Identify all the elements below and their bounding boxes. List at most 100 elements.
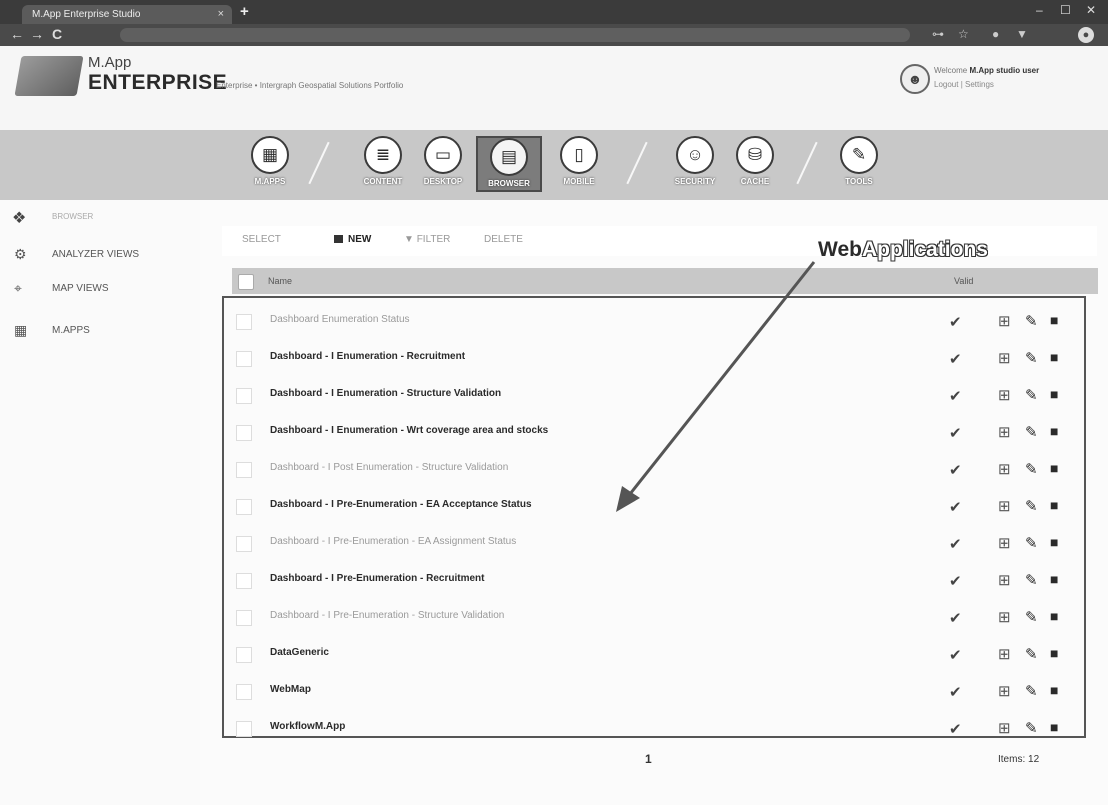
module-cache[interactable]: ⛁ CACHE bbox=[722, 136, 788, 192]
module-tools[interactable]: ✎ TOOLS bbox=[826, 136, 892, 192]
filter-button[interactable]: ▼ FILTER bbox=[404, 234, 450, 245]
row-name[interactable]: Dashboard - I Post Enumeration - Structu… bbox=[270, 462, 508, 473]
table-row[interactable]: Dashboard - I Post Enumeration - Structu… bbox=[232, 452, 1092, 489]
table-row[interactable]: WorkflowM.App ✔ ⊞ ✎ ■ bbox=[232, 711, 1092, 748]
delete-icon[interactable]: ■ bbox=[1050, 386, 1058, 402]
open-grid-icon[interactable]: ⊞ bbox=[998, 645, 1011, 663]
table-row[interactable]: Dashboard - I Enumeration - Wrt coverage… bbox=[232, 415, 1092, 452]
delete-icon[interactable]: ■ bbox=[1050, 312, 1058, 328]
row-name[interactable]: Dashboard - I Enumeration - Structure Va… bbox=[270, 388, 501, 399]
table-row[interactable]: WebMap ✔ ⊞ ✎ ■ bbox=[232, 674, 1092, 711]
column-name-header[interactable]: Name bbox=[268, 276, 292, 286]
delete-icon[interactable]: ■ bbox=[1050, 645, 1058, 661]
row-name[interactable]: WorkflowM.App bbox=[270, 721, 345, 732]
browser-tab[interactable]: M.App Enterprise Studio × bbox=[22, 5, 232, 24]
row-checkbox[interactable] bbox=[236, 536, 252, 552]
module-content[interactable]: ≣ CONTENT bbox=[350, 136, 416, 192]
row-checkbox[interactable] bbox=[236, 388, 252, 404]
table-row[interactable]: Dashboard Enumeration Status ✔ ⊞ ✎ ■ bbox=[232, 304, 1092, 341]
open-grid-icon[interactable]: ⊞ bbox=[998, 312, 1011, 330]
open-grid-icon[interactable]: ⊞ bbox=[998, 682, 1011, 700]
delete-icon[interactable]: ■ bbox=[1050, 571, 1058, 587]
reload-icon[interactable]: C bbox=[52, 26, 62, 42]
table-row[interactable]: Dashboard - I Pre-Enumeration - Recruitm… bbox=[232, 563, 1092, 600]
edit-icon[interactable]: ✎ bbox=[1025, 608, 1038, 626]
module-security[interactable]: ☺ SECURITY bbox=[662, 136, 728, 192]
profile-avatar-icon[interactable]: ● bbox=[1078, 27, 1094, 43]
row-checkbox[interactable] bbox=[236, 573, 252, 589]
row-name[interactable]: Dashboard - I Enumeration - Wrt coverage… bbox=[270, 425, 548, 436]
column-valid-header[interactable]: Valid bbox=[954, 276, 973, 286]
edit-icon[interactable]: ✎ bbox=[1025, 497, 1038, 515]
back-icon[interactable]: ← bbox=[10, 26, 24, 42]
edit-icon[interactable]: ✎ bbox=[1025, 534, 1038, 552]
delete-icon[interactable]: ■ bbox=[1050, 534, 1058, 550]
row-checkbox[interactable] bbox=[236, 314, 252, 330]
table-row[interactable]: Dashboard - I Enumeration - Structure Va… bbox=[232, 378, 1092, 415]
module-mapps[interactable]: ▦ M.APPS bbox=[237, 136, 303, 192]
module-mobile[interactable]: ▯ MOBILE bbox=[546, 136, 612, 192]
open-grid-icon[interactable]: ⊞ bbox=[998, 460, 1011, 478]
new-button[interactable]: NEW bbox=[334, 234, 371, 245]
row-name[interactable]: WebMap bbox=[270, 684, 311, 695]
table-row[interactable]: DataGeneric ✔ ⊞ ✎ ■ bbox=[232, 637, 1092, 674]
edit-icon[interactable]: ✎ bbox=[1025, 682, 1038, 700]
row-checkbox[interactable] bbox=[236, 721, 252, 737]
row-checkbox[interactable] bbox=[236, 425, 252, 441]
sidebar-item-map-views[interactable]: ⌖ MAP VIEWS bbox=[8, 278, 193, 300]
address-bar[interactable] bbox=[120, 28, 910, 42]
select-all-checkbox[interactable] bbox=[238, 274, 254, 290]
module-desktop[interactable]: ▭ DESKTOP bbox=[410, 136, 476, 192]
maximize-icon[interactable]: ☐ bbox=[1060, 3, 1071, 17]
row-checkbox[interactable] bbox=[236, 647, 252, 663]
row-checkbox[interactable] bbox=[236, 684, 252, 700]
edit-icon[interactable]: ✎ bbox=[1025, 312, 1038, 330]
row-checkbox[interactable] bbox=[236, 610, 252, 626]
forward-icon[interactable]: → bbox=[30, 26, 44, 42]
row-checkbox[interactable] bbox=[236, 462, 252, 478]
row-name[interactable]: Dashboard - I Enumeration - Recruitment bbox=[270, 351, 465, 362]
edit-icon[interactable]: ✎ bbox=[1025, 423, 1038, 441]
row-name[interactable]: Dashboard - I Pre-Enumeration - Recruitm… bbox=[270, 573, 484, 584]
open-grid-icon[interactable]: ⊞ bbox=[998, 534, 1011, 552]
row-name[interactable]: Dashboard - I Pre-Enumeration - EA Assig… bbox=[270, 536, 516, 547]
extension-icon[interactable]: ● bbox=[992, 27, 999, 41]
table-row[interactable]: Dashboard - I Pre-Enumeration - EA Accep… bbox=[232, 489, 1092, 526]
open-grid-icon[interactable]: ⊞ bbox=[998, 719, 1011, 737]
row-name[interactable]: Dashboard - I Pre-Enumeration - EA Accep… bbox=[270, 499, 532, 510]
table-row[interactable]: Dashboard - I Enumeration - Recruitment ✔… bbox=[232, 341, 1092, 378]
tab-close-icon[interactable]: × bbox=[218, 5, 224, 24]
select-button[interactable]: SELECT bbox=[242, 234, 281, 245]
open-grid-icon[interactable]: ⊞ bbox=[998, 571, 1011, 589]
pagination-page[interactable]: 1 bbox=[645, 752, 652, 766]
minimize-icon[interactable]: – bbox=[1036, 3, 1043, 17]
delete-icon[interactable]: ■ bbox=[1050, 719, 1058, 735]
sidebar-item-mapps[interactable]: ▦ M.APPS bbox=[8, 320, 193, 342]
delete-icon[interactable]: ■ bbox=[1050, 423, 1058, 439]
user-avatar-icon[interactable]: ☻ bbox=[900, 64, 930, 94]
delete-icon[interactable]: ■ bbox=[1050, 460, 1058, 476]
delete-icon[interactable]: ■ bbox=[1050, 497, 1058, 513]
delete-button[interactable]: DELETE bbox=[484, 234, 523, 245]
edit-icon[interactable]: ✎ bbox=[1025, 645, 1038, 663]
table-row[interactable]: Dashboard - I Pre-Enumeration - EA Assig… bbox=[232, 526, 1092, 563]
open-grid-icon[interactable]: ⊞ bbox=[998, 497, 1011, 515]
close-window-icon[interactable]: ✕ bbox=[1086, 3, 1096, 17]
edit-icon[interactable]: ✎ bbox=[1025, 349, 1038, 367]
row-checkbox[interactable] bbox=[236, 499, 252, 515]
key-icon[interactable]: ⊶ bbox=[932, 27, 944, 41]
edit-icon[interactable]: ✎ bbox=[1025, 460, 1038, 478]
delete-icon[interactable]: ■ bbox=[1050, 608, 1058, 624]
row-name[interactable]: Dashboard Enumeration Status bbox=[270, 314, 410, 325]
bookmark-star-icon[interactable]: ☆ bbox=[958, 27, 969, 41]
row-name[interactable]: DataGeneric bbox=[270, 647, 329, 658]
open-grid-icon[interactable]: ⊞ bbox=[998, 349, 1011, 367]
edit-icon[interactable]: ✎ bbox=[1025, 571, 1038, 589]
sidebar-item-analyzer-views[interactable]: ⚙ ANALYZER VIEWS bbox=[8, 244, 193, 266]
delete-icon[interactable]: ■ bbox=[1050, 682, 1058, 698]
row-checkbox[interactable] bbox=[236, 351, 252, 367]
new-tab-button[interactable]: + bbox=[240, 3, 249, 20]
user-links[interactable]: Logout | Settings bbox=[934, 80, 994, 89]
row-name[interactable]: Dashboard - I Pre-Enumeration - Structur… bbox=[270, 610, 504, 621]
table-row[interactable]: Dashboard - I Pre-Enumeration - Structur… bbox=[232, 600, 1092, 637]
